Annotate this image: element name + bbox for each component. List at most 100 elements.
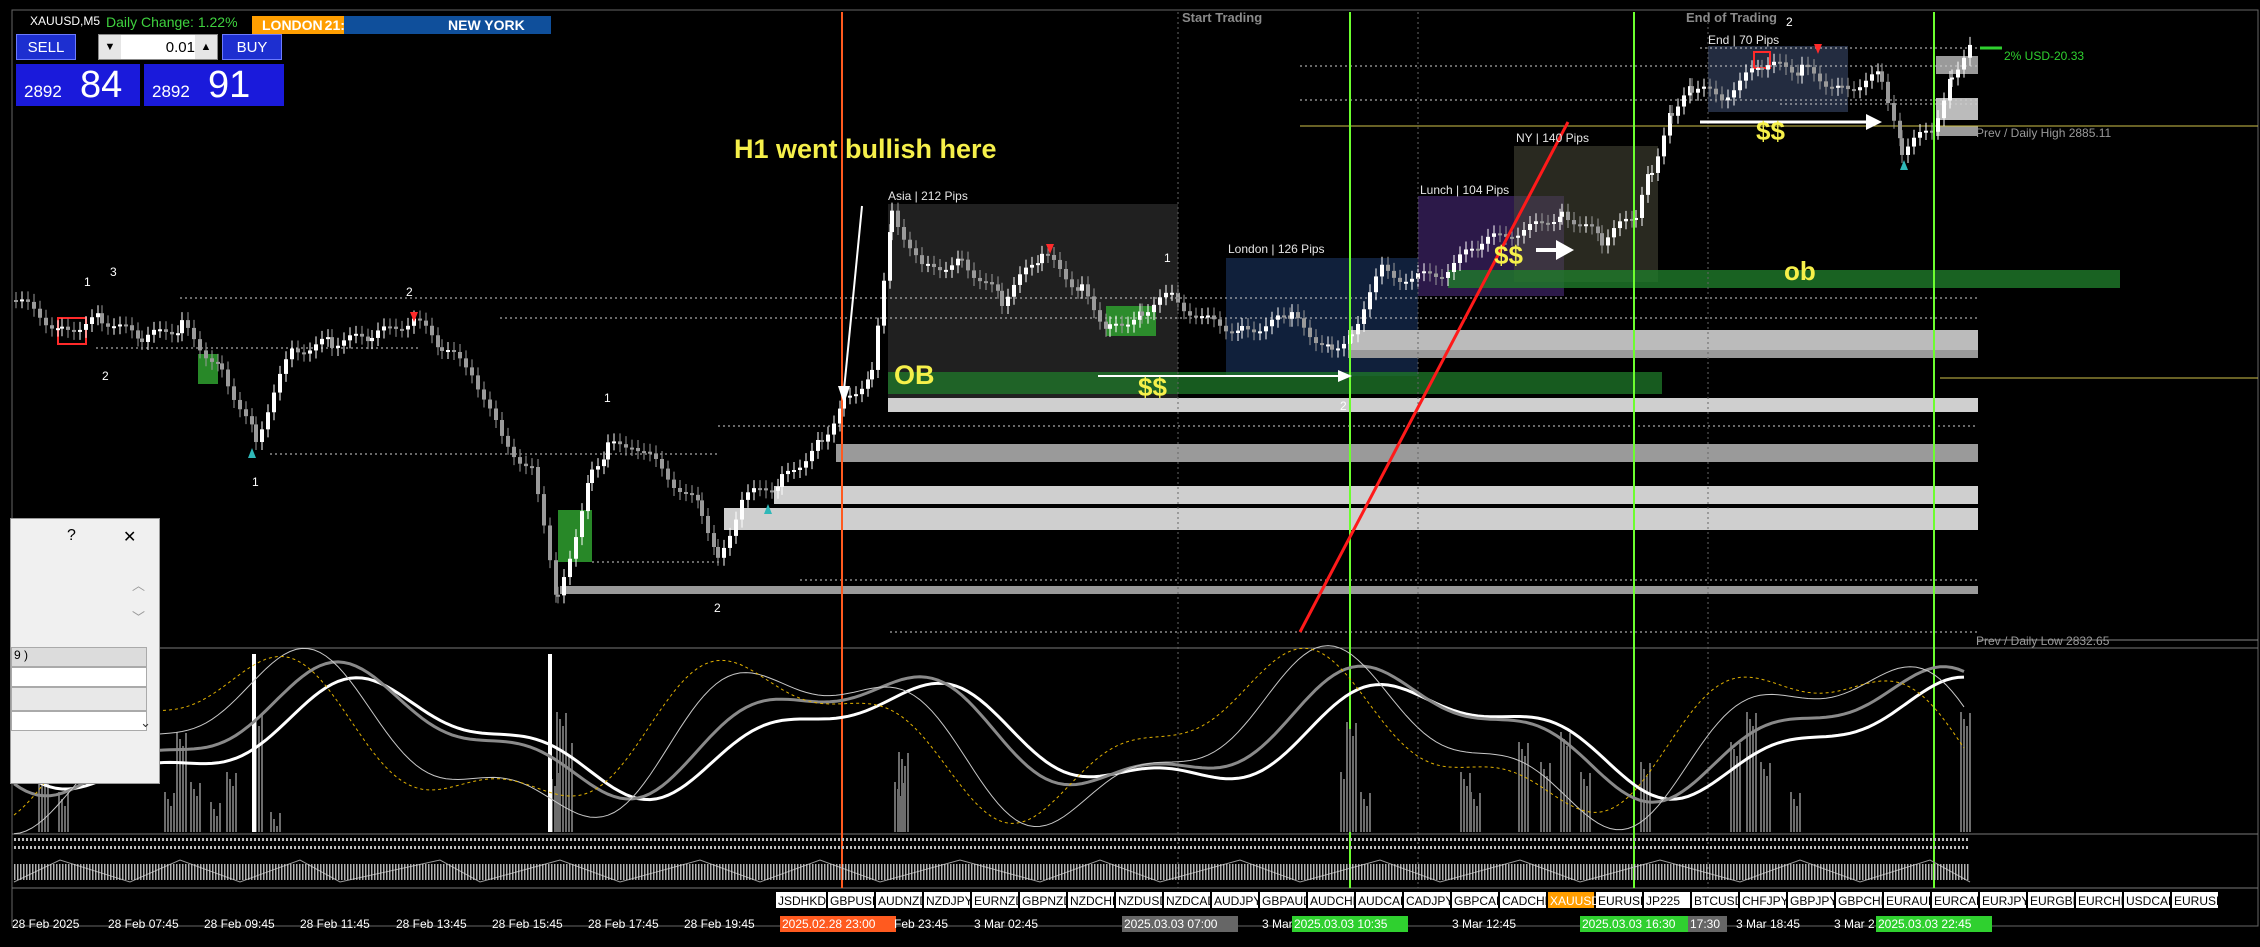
symbol-tab[interactable]: NZDCAD — [1164, 892, 1216, 908]
symbol-tab[interactable]: CADJPY — [1404, 892, 1453, 908]
symbol-tab[interactable]: EURNZD — [972, 892, 1024, 908]
strip-dot — [122, 838, 124, 841]
strip-dot — [770, 838, 772, 841]
symbol-tab[interactable]: NZDUSD — [1116, 892, 1168, 908]
symbol-tab[interactable]: BTCUSD — [1692, 892, 1744, 908]
strip-dot — [1322, 838, 1324, 841]
symbol-tab[interactable]: AUDNZD — [876, 892, 928, 908]
sell-button[interactable]: SELL — [16, 34, 76, 60]
strip-bar — [1202, 864, 1204, 880]
strip-dot — [1270, 838, 1272, 841]
symbols-bar[interactable]: JSDHKD GBPUSDAUDNZDNZDJPY EURNZDGBPNZDNZDC… — [776, 892, 2225, 908]
ask-price[interactable]: 2892 91 — [144, 64, 284, 106]
buy-button[interactable]: BUY — [222, 34, 282, 60]
strip-dot — [1146, 846, 1148, 849]
symbol-tab[interactable]: XAUUSD — [1548, 892, 1600, 908]
histogram-bar — [1466, 786, 1468, 832]
symbol-tab[interactable]: AUDCAD — [1356, 892, 1409, 908]
symbol-tab[interactable]: GBPUSD — [828, 892, 881, 908]
chart-window[interactable]: H1 went bullish here OB ob $$ $$ $$ Star… — [0, 0, 2260, 942]
strip-dot — [706, 846, 708, 849]
strip-dot — [1478, 838, 1480, 841]
symbol-tab[interactable]: GBPJPY — [1788, 892, 1837, 908]
strip-dot — [278, 838, 280, 841]
strip-bar — [254, 864, 256, 880]
scroll-up-icon[interactable]: ︿ — [132, 575, 145, 594]
lot-size-stepper[interactable]: ▼ ▲ — [98, 34, 218, 60]
strip-dot — [1046, 838, 1048, 841]
close-icon[interactable]: ✕ — [123, 527, 136, 547]
symbol-tab[interactable]: AUDCHF — [1308, 892, 1360, 908]
dropdown-chevron-icon[interactable]: ⌄ — [140, 715, 151, 731]
strip-dot — [558, 846, 560, 849]
symbol-tab[interactable]: EURUSD — [1596, 892, 1649, 908]
strip-dot — [1130, 846, 1132, 849]
strip-dot — [1626, 838, 1628, 841]
symbol-tab[interactable]: NZDJPY — [924, 892, 973, 908]
strip-dot — [1822, 846, 1824, 849]
symbol-tab[interactable]: AUDJPY — [1212, 892, 1261, 908]
strip-dot — [390, 846, 392, 849]
scroll-down-icon[interactable]: ﹀ — [132, 607, 145, 626]
symbol-tab[interactable]: GBPNZD — [1020, 892, 1072, 908]
strip-dot — [874, 838, 876, 841]
strip-bar — [299, 864, 301, 880]
strip-dot — [1446, 846, 1448, 849]
symbol-tab[interactable]: NZDCHF — [1068, 892, 1119, 908]
strip-bar — [815, 864, 817, 880]
symbol-tab[interactable]: USDCAD — [2124, 892, 2177, 908]
strip-bar — [65, 864, 67, 880]
symbol-tab[interactable]: EURJPY — [1980, 892, 2029, 908]
price-chart[interactable]: H1 went bullish here OB ob $$ $$ $$ Star… — [0, 0, 2260, 942]
strip-dot — [1690, 846, 1692, 849]
symbol-tab[interactable]: EURCHF — [2076, 892, 2128, 908]
symbol-tab[interactable]: EURCAD — [1932, 892, 1985, 908]
strip-dot — [634, 846, 636, 849]
strip-dot — [1030, 846, 1032, 849]
strip-dot — [614, 838, 616, 841]
strip-bar — [1952, 864, 1954, 880]
symbol-tab[interactable]: JSDHKD — [776, 892, 826, 908]
strip-bar — [554, 864, 556, 880]
symbol-tab[interactable]: GBPCAD — [1452, 892, 1505, 908]
swing-number: 1 — [252, 475, 259, 489]
parameter-field-2[interactable] — [11, 667, 147, 687]
parameter-field-3[interactable] — [11, 687, 147, 711]
lot-increase-icon[interactable]: ▲ — [195, 35, 217, 59]
strip-dot — [558, 838, 560, 841]
strip-dot — [322, 846, 324, 849]
strip-bar — [530, 864, 532, 880]
bid-price[interactable]: 2892 84 — [16, 64, 140, 106]
strip-dot — [994, 838, 996, 841]
strip-dot — [1730, 838, 1732, 841]
strip-bar — [20, 864, 22, 880]
symbol-tab[interactable]: CHFJPY — [1740, 892, 1789, 908]
strip-dot — [682, 846, 684, 849]
strip-bar — [1277, 864, 1279, 880]
symbol-tab[interactable]: EURGBP — [2028, 892, 2081, 908]
parameter-field-4[interactable] — [11, 711, 147, 731]
ask-price-prefix: 2892 — [152, 82, 190, 101]
strip-dot — [406, 838, 408, 841]
strip-bar — [479, 864, 481, 880]
histogram-bar — [167, 799, 169, 832]
strip-dot — [878, 846, 880, 849]
strip-dot — [1010, 846, 1012, 849]
strip-bar — [440, 864, 442, 880]
lot-dropdown-icon[interactable]: ▼ — [99, 35, 121, 59]
strip-dot — [450, 846, 452, 849]
symbol-tab[interactable]: EURUSD — [2172, 892, 2225, 908]
symbol-tab[interactable]: GBPCHF — [1836, 892, 1888, 908]
help-button[interactable]: ? — [67, 527, 76, 545]
symbol-tab[interactable]: CADCHF — [1500, 892, 1552, 908]
properties-dialog[interactable]: ? ✕ ︿ ﹀ 9 ) ⌄ — [10, 518, 160, 784]
symbol-tab[interactable]: JP225 — [1644, 892, 1690, 908]
strip-dot — [1114, 846, 1116, 849]
lot-size-input[interactable] — [123, 37, 197, 57]
symbol-tab[interactable]: GBPAUD — [1260, 892, 1312, 908]
strip-dot — [378, 846, 380, 849]
strip-dot — [602, 846, 604, 849]
strip-dot — [1842, 838, 1844, 841]
parameter-field[interactable]: 9 ) — [11, 647, 147, 667]
symbol-tab[interactable]: EURAUD — [1884, 892, 1937, 908]
